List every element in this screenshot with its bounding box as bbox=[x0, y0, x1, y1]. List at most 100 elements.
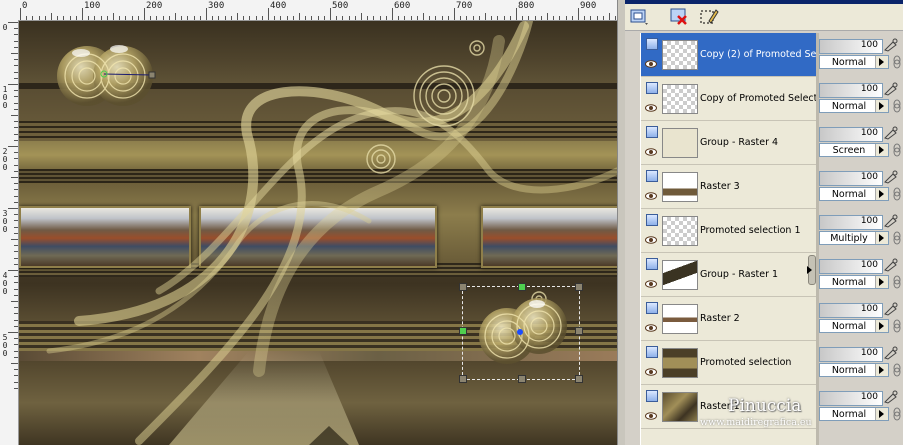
link-icon[interactable] bbox=[891, 319, 903, 333]
chevron-right-icon[interactable] bbox=[875, 276, 888, 288]
expand-arrow-icon[interactable] bbox=[807, 266, 812, 274]
link-icon[interactable] bbox=[891, 275, 903, 289]
opacity-slider[interactable]: 100 bbox=[819, 215, 883, 230]
link-icon[interactable] bbox=[891, 55, 903, 69]
lock-transparency-icon[interactable] bbox=[883, 214, 899, 228]
resize-handle[interactable] bbox=[575, 375, 583, 383]
layer-row[interactable]: Group - Raster 1 bbox=[641, 253, 817, 297]
layer-row[interactable]: Group - Raster 4 bbox=[641, 121, 817, 165]
chevron-right-icon[interactable] bbox=[875, 320, 888, 332]
lock-transparency-icon[interactable] bbox=[883, 302, 899, 316]
layer-thumbnail[interactable] bbox=[662, 84, 698, 114]
opacity-slider[interactable]: 100 bbox=[819, 39, 883, 54]
link-icon[interactable] bbox=[891, 363, 903, 377]
blend-mode-select[interactable]: Normal bbox=[819, 187, 889, 201]
layer-thumbnail[interactable] bbox=[662, 260, 698, 290]
layer-name[interactable]: Raster 3 bbox=[700, 181, 816, 192]
visibility-eye-icon[interactable] bbox=[645, 60, 657, 68]
visibility-eye-icon[interactable] bbox=[645, 148, 657, 156]
layer-thumbnail[interactable] bbox=[662, 304, 698, 334]
chevron-right-icon[interactable] bbox=[875, 364, 888, 376]
layer-type-icon[interactable] bbox=[646, 82, 658, 94]
resize-handle[interactable] bbox=[459, 283, 467, 291]
blend-mode-select[interactable]: Normal bbox=[819, 275, 889, 289]
layer-type-icon[interactable] bbox=[646, 126, 658, 138]
blend-mode-select[interactable]: Multiply bbox=[819, 231, 889, 245]
visibility-eye-icon[interactable] bbox=[645, 368, 657, 376]
chevron-right-icon[interactable] bbox=[875, 232, 888, 244]
layer-row[interactable]: Promoted selection 1 bbox=[641, 209, 817, 253]
opacity-slider[interactable]: 100 bbox=[819, 83, 883, 98]
ruler-tick bbox=[454, 8, 455, 20]
layer-name[interactable]: Promoted selection bbox=[700, 357, 816, 368]
chevron-right-icon[interactable] bbox=[875, 188, 888, 200]
layer-thumbnail[interactable] bbox=[662, 40, 698, 70]
blend-mode-select[interactable]: Normal bbox=[819, 55, 889, 69]
lock-transparency-icon[interactable] bbox=[883, 346, 899, 360]
visibility-eye-icon[interactable] bbox=[645, 324, 657, 332]
opacity-slider[interactable]: 100 bbox=[819, 171, 883, 186]
visibility-eye-icon[interactable] bbox=[645, 104, 657, 112]
layer-name[interactable]: Copy of Promoted Select bbox=[700, 93, 816, 104]
visibility-eye-icon[interactable] bbox=[645, 280, 657, 288]
edit-selection-icon[interactable] bbox=[699, 7, 719, 27]
layer-type-icon[interactable] bbox=[646, 38, 658, 50]
image-canvas[interactable] bbox=[19, 21, 617, 445]
layer-type-icon[interactable] bbox=[646, 214, 658, 226]
resize-handle[interactable] bbox=[518, 375, 526, 383]
lock-transparency-icon[interactable] bbox=[883, 170, 899, 184]
layer-type-icon[interactable] bbox=[646, 390, 658, 402]
layer-name[interactable]: Copy (2) of Promoted Se bbox=[700, 49, 816, 60]
layer-name[interactable]: Promoted selection 1 bbox=[700, 225, 816, 236]
blend-mode-select[interactable]: Normal bbox=[819, 319, 889, 333]
link-icon[interactable] bbox=[891, 187, 903, 201]
opacity-slider[interactable]: 100 bbox=[819, 127, 883, 142]
layer-row[interactable]: Promoted selection bbox=[641, 341, 817, 385]
blend-mode-select[interactable]: Normal bbox=[819, 363, 889, 377]
lock-transparency-icon[interactable] bbox=[883, 126, 899, 140]
chevron-right-icon[interactable] bbox=[875, 100, 888, 112]
visibility-eye-icon[interactable] bbox=[645, 412, 657, 420]
link-icon[interactable] bbox=[891, 231, 903, 245]
opacity-slider[interactable]: 100 bbox=[819, 303, 883, 318]
blend-mode-select[interactable]: Normal bbox=[819, 99, 889, 113]
chevron-right-icon[interactable] bbox=[875, 144, 888, 156]
layer-row[interactable]: Copy of Promoted Select bbox=[641, 77, 817, 121]
resize-handle[interactable] bbox=[459, 327, 467, 335]
layer-name[interactable]: Group - Raster 4 bbox=[700, 137, 816, 148]
layer-type-icon[interactable] bbox=[646, 346, 658, 358]
layer-name[interactable]: Raster 2 bbox=[700, 313, 816, 324]
lock-transparency-icon[interactable] bbox=[883, 258, 899, 272]
visibility-eye-icon[interactable] bbox=[645, 192, 657, 200]
selection-bounding-box[interactable] bbox=[459, 283, 583, 383]
resize-handle[interactable] bbox=[575, 327, 583, 335]
link-icon[interactable] bbox=[891, 143, 903, 157]
visibility-eye-icon[interactable] bbox=[645, 236, 657, 244]
layer-type-icon[interactable] bbox=[646, 258, 658, 270]
layer-row[interactable]: Raster 3 bbox=[641, 165, 817, 209]
layer-thumbnail[interactable] bbox=[662, 128, 698, 158]
layer-thumbnail[interactable] bbox=[662, 216, 698, 246]
opacity-slider[interactable]: 100 bbox=[819, 259, 883, 274]
new-layer-icon[interactable] bbox=[629, 7, 649, 27]
lock-transparency-icon[interactable] bbox=[883, 82, 899, 96]
resize-handle[interactable] bbox=[459, 375, 467, 383]
opacity-slider[interactable]: 100 bbox=[819, 347, 883, 362]
layer-type-icon[interactable] bbox=[646, 302, 658, 314]
layer-row[interactable]: Raster 2 bbox=[641, 297, 817, 341]
delete-layer-icon[interactable] bbox=[669, 7, 689, 27]
ruler-minor-tick bbox=[14, 338, 18, 340]
resize-handle[interactable] bbox=[575, 283, 583, 291]
layers-list[interactable]: Copy (2) of Promoted Se Copy of Promoted … bbox=[640, 33, 817, 445]
lock-transparency-icon[interactable] bbox=[883, 38, 899, 52]
layer-thumbnail[interactable] bbox=[662, 348, 698, 378]
layer-row[interactable]: Copy (2) of Promoted Se bbox=[641, 33, 817, 77]
layer-name[interactable]: Group - Raster 1 bbox=[700, 269, 816, 280]
layer-thumbnail[interactable] bbox=[662, 172, 698, 202]
layer-type-icon[interactable] bbox=[646, 170, 658, 182]
blend-mode-select[interactable]: Screen bbox=[819, 143, 889, 157]
link-icon[interactable] bbox=[891, 99, 903, 113]
resize-handle[interactable] bbox=[518, 283, 526, 291]
layer-thumbnail[interactable] bbox=[662, 392, 698, 422]
chevron-right-icon[interactable] bbox=[875, 56, 888, 68]
